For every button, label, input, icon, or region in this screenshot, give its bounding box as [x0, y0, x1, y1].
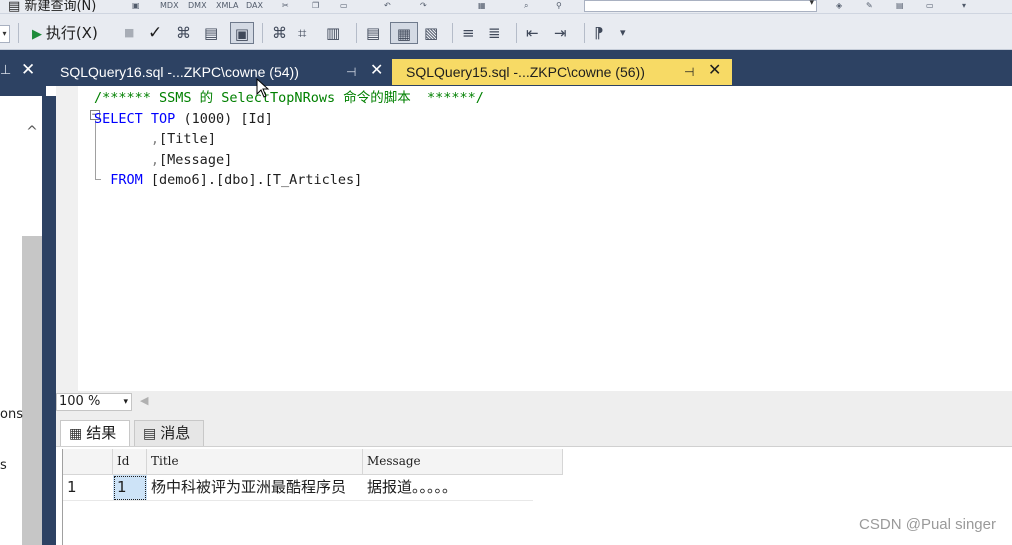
- live-stats-icon[interactable]: ⌗: [298, 22, 306, 44]
- tree-node-label[interactable]: s: [0, 458, 7, 473]
- tab-messages[interactable]: ▤ 消息: [134, 420, 204, 446]
- code-line-from: FROM [demo6].[dbo].[T_Articles]: [110, 172, 363, 188]
- comment-lines-icon[interactable]: ≡: [462, 22, 475, 44]
- tab-results[interactable]: ▦ 结果: [60, 420, 130, 446]
- toolbar-overflow-icon[interactable]: ▾: [620, 22, 626, 44]
- uncomment-lines-icon[interactable]: ≣: [488, 22, 501, 44]
- cut-icon[interactable]: ✂: [282, 1, 289, 11]
- panel-splitter[interactable]: [42, 96, 56, 545]
- code-line-select: SELECT TOP (1000) [Id]: [94, 110, 273, 127]
- column-header-message[interactable]: Message: [363, 449, 563, 475]
- mdx-query-icon[interactable]: MDX: [160, 1, 179, 11]
- new-query-icon: ▤: [8, 0, 21, 14]
- code-line-comment: /****** SSMS 的 SelectTopNRows 命令的脚本 ****…: [94, 90, 484, 106]
- results-to-grid-icon[interactable]: ▦: [390, 22, 418, 44]
- decrease-indent-icon[interactable]: ⇤: [526, 22, 539, 44]
- toolbar-separator: [18, 23, 19, 43]
- menu-toolbar: ▤ 新建查询(N) ▣ MDX DMX XMLA DAX ✂ ❐ ▭ ↶ ↷ ▦…: [0, 0, 1012, 14]
- copy-icon[interactable]: ❐: [312, 1, 319, 11]
- watermark: CSDN @Pual singer: [859, 516, 996, 533]
- column-header-title[interactable]: Title: [147, 449, 363, 475]
- debug-icon[interactable]: ◈: [836, 1, 842, 11]
- grid-header-row: Id Title Message: [63, 449, 563, 475]
- toolbar-separator: [452, 23, 453, 43]
- toolbar-icon-db[interactable]: ▣: [132, 1, 140, 11]
- editor-gutter: [56, 86, 78, 391]
- increase-indent-icon[interactable]: ⇥: [554, 22, 567, 44]
- results-grid[interactable]: Id Title Message 1 1 杨中科被评为亚洲最酷程序员 据报道。。…: [62, 449, 563, 545]
- document-tab-strip: SQLQuery16.sql -...ZKPC\cowne (54)) ⊣ ✕ …: [46, 50, 1012, 86]
- object-explorer-panel: ⊥ ✕ ^ ons s: [0, 50, 56, 545]
- dmx-query-icon[interactable]: DMX: [188, 1, 207, 11]
- row-number[interactable]: 1: [63, 475, 113, 501]
- close-icon[interactable]: ✕: [708, 58, 721, 84]
- window-icon[interactable]: ▭: [926, 1, 934, 11]
- mouse-cursor-icon: [256, 78, 270, 98]
- dax-query-icon[interactable]: DAX: [246, 1, 263, 11]
- undo-icon[interactable]: ↶: [384, 1, 391, 11]
- paste-icon[interactable]: ▭: [340, 1, 348, 11]
- code-line-title: ,[Title]: [150, 131, 216, 147]
- tab-sqlquery15[interactable]: SQLQuery15.sql -...ZKPC\cowne (56)) ⊣ ✕: [392, 59, 732, 85]
- search-icon[interactable]: ⚲: [556, 1, 562, 11]
- specify-values-icon[interactable]: ⁋: [594, 22, 604, 44]
- column-header-id[interactable]: Id: [113, 449, 147, 475]
- toolbar-separator: [356, 23, 357, 43]
- new-query-button[interactable]: ▤ 新建查询(N): [8, 0, 96, 14]
- toolbox-icon[interactable]: ▤: [896, 1, 904, 11]
- xmla-query-icon[interactable]: XMLA: [216, 1, 239, 11]
- chevron-down-icon: ▾: [123, 397, 128, 407]
- pin-icon[interactable]: ⊣: [346, 59, 356, 85]
- grid-icon: ▦: [69, 426, 83, 442]
- results-tab-strip: ▦ 结果 ▤ 消息: [56, 413, 1012, 447]
- toolbar-separator: [516, 23, 517, 43]
- sql-editor-toolbar: ▾ ▶ 执行(X) ■ ✓ ⌘ ▤ ▣ ⌘ ⌗ ▥ ▤ ▦ ▧ ≡ ≣ ⇤ ⇥ …: [0, 14, 1012, 50]
- messages-icon: ▤: [143, 426, 157, 442]
- play-icon: ▶: [32, 27, 42, 42]
- execute-button[interactable]: ▶ 执行(X): [32, 22, 98, 44]
- cell-title[interactable]: 杨中科被评为亚洲最酷程序员: [147, 475, 363, 501]
- close-icon[interactable]: ✕: [21, 60, 35, 80]
- pin-icon[interactable]: ⊥: [0, 63, 11, 78]
- toolbar-separator: [262, 23, 263, 43]
- search-combobox[interactable]: ▾: [584, 0, 817, 12]
- vertical-scrollbar[interactable]: [22, 236, 42, 545]
- customize-icon[interactable]: ▾: [962, 1, 966, 11]
- scroll-up-icon[interactable]: ^: [22, 122, 42, 142]
- redo-icon[interactable]: ↷: [420, 1, 427, 11]
- results-to-file-icon[interactable]: ▧: [424, 22, 438, 44]
- query-options-icon[interactable]: ▤: [204, 22, 218, 44]
- include-plan-icon[interactable]: ⌘: [272, 22, 287, 44]
- display-plan-icon[interactable]: ⌘: [176, 22, 191, 44]
- tab-sqlquery16[interactable]: SQLQuery16.sql -...ZKPC\cowne (54)) ⊣ ✕: [46, 59, 392, 85]
- scroll-left-icon[interactable]: ◀: [140, 394, 148, 407]
- close-icon[interactable]: ✕: [370, 58, 383, 84]
- intellisense-toggle-icon[interactable]: ▣: [230, 22, 254, 44]
- results-to-text-icon[interactable]: ▤: [366, 22, 380, 44]
- object-explorer-header: ⊥ ✕: [0, 50, 46, 96]
- sql-code[interactable]: /****** SSMS 的 SelectTopNRows 命令的脚本 ****…: [94, 88, 484, 191]
- chevron-down-icon: ▾: [809, 0, 814, 8]
- code-line-message: ,[Message]: [150, 151, 233, 168]
- cell-id[interactable]: 1: [113, 475, 147, 501]
- editor-status-bar: 100 % ▾ ◀: [56, 391, 1012, 413]
- table-row[interactable]: 1 1 杨中科被评为亚洲最酷程序员 据报道。。。。。: [63, 475, 533, 501]
- object-explorer-icon[interactable]: ▦: [478, 1, 486, 11]
- zoom-dropdown[interactable]: 100 % ▾: [56, 393, 132, 411]
- cell-message[interactable]: 据报道。。。。。: [363, 475, 533, 501]
- sql-editor[interactable]: − /****** SSMS 的 SelectTopNRows 命令的脚本 **…: [56, 78, 1012, 391]
- wrench-icon[interactable]: ✎: [866, 1, 873, 11]
- toolbar-separator: [584, 23, 585, 43]
- tree-node-label[interactable]: ons: [0, 407, 23, 422]
- parse-check-icon[interactable]: ✓: [148, 22, 162, 44]
- stop-icon[interactable]: ■: [124, 22, 134, 44]
- database-dropdown[interactable]: ▾: [0, 25, 10, 43]
- find-icon[interactable]: ⌕: [524, 1, 528, 11]
- pin-icon[interactable]: ⊣: [684, 59, 694, 85]
- client-stats-icon[interactable]: ▥: [326, 22, 340, 44]
- row-number-header[interactable]: [63, 449, 113, 475]
